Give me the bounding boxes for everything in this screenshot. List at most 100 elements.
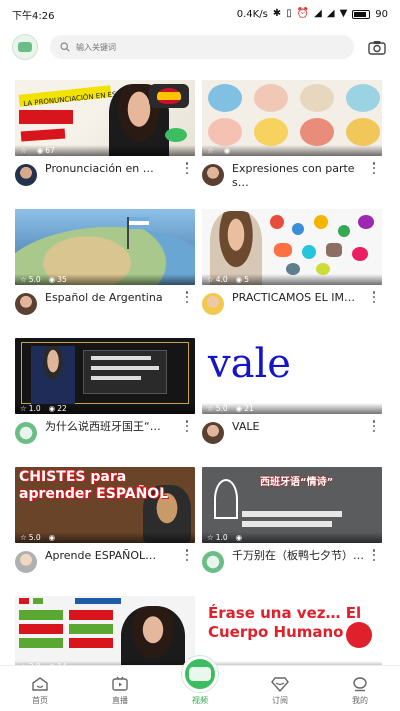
status-bar: 下午4:26 0.4K/s ✱ ▯ ⏰ ◢ ◢ ▼ 90 xyxy=(0,0,400,28)
thumbnail-caption: 西班牙语“情诗” xyxy=(260,477,334,488)
author-avatar[interactable] xyxy=(15,164,37,186)
author-avatar[interactable] xyxy=(202,293,224,315)
thumbnail-stats: ☆ 1.0 ◉ 22 xyxy=(15,403,195,414)
search-icon xyxy=(60,42,70,52)
video-thumbnail[interactable]: ☆ 1.0 ◉ 22 xyxy=(15,338,195,414)
status-icons: 0.4K/s ✱ ▯ ⏰ ◢ ◢ ▼ 90 xyxy=(237,9,388,20)
nav-subscribe-label: 订阅 xyxy=(272,696,288,705)
rating: ☆ 5.0 xyxy=(207,404,228,413)
nav-profile[interactable]: 我的 xyxy=(330,676,390,706)
wifi-icon: ▼ xyxy=(339,8,348,19)
video-title[interactable]: VALE xyxy=(232,420,259,444)
search-input[interactable] xyxy=(76,42,344,52)
camera-icon xyxy=(368,40,386,55)
signal-2-icon: ◢ xyxy=(326,8,335,19)
signal-icon: ◢ xyxy=(314,8,322,19)
video-title[interactable]: 千万别在（板鸭七夕节）… xyxy=(232,549,364,573)
video-card[interactable]: ☆ 1.0 ◉ 22 为什么说西班牙国王“… xyxy=(15,338,195,467)
rating: ☆ 4.0 xyxy=(207,275,228,284)
search-header xyxy=(0,32,400,62)
bottom-navigation: 首页 直播 视频 订阅 我的 xyxy=(0,656,400,711)
video-thumbnail[interactable]: CHISTES para aprender ESPAÑOL ☆ 5.0 ◉ xyxy=(15,467,195,543)
author-avatar[interactable] xyxy=(15,293,37,315)
video-title[interactable]: Aprende ESPAÑOL… xyxy=(45,549,156,573)
rating: ☆ xyxy=(207,146,214,155)
author-avatar[interactable] xyxy=(202,551,224,573)
video-title[interactable]: Español de Argentina xyxy=(45,291,163,315)
home-icon xyxy=(32,677,48,691)
video-thumbnail[interactable]: ☆ 4.0 ◉ 5 xyxy=(202,209,382,285)
video-thumbnail[interactable]: Érase una vez… El Cuerpo Humano xyxy=(202,596,382,672)
nav-home-label: 首页 xyxy=(32,696,48,705)
video-title[interactable]: 为什么说西班牙国王“… xyxy=(45,420,161,444)
camera-button[interactable] xyxy=(366,36,388,58)
thumbnail-stats: ☆ 5.0 ◉ 21 xyxy=(202,403,382,414)
video-title[interactable]: PRACTICAMOS EL IM… xyxy=(232,291,355,315)
nav-subscribe[interactable]: 订阅 xyxy=(250,676,310,706)
more-options-icon[interactable] xyxy=(372,162,376,174)
status-time: 下午4:26 xyxy=(12,10,55,22)
rating: ☆ 5.0 xyxy=(20,275,41,284)
author-avatar[interactable] xyxy=(15,422,37,444)
video-thumbnail[interactable]: vale ☆ 5.0 ◉ 21 xyxy=(202,338,382,414)
more-options-icon[interactable] xyxy=(372,549,376,561)
video-card[interactable]: ☆ 5.0 ◉ 35 Español de Argentina xyxy=(15,209,195,338)
app-logo[interactable] xyxy=(12,34,38,60)
rating: ☆ 1.0 xyxy=(207,533,228,542)
rating: ☆ xyxy=(20,146,27,155)
more-options-icon[interactable] xyxy=(185,291,189,303)
more-options-icon[interactable] xyxy=(372,420,376,432)
battery-icon xyxy=(352,9,371,19)
bluetooth-icon: ✱ xyxy=(272,8,282,19)
video-thumbnail[interactable]: 西班牙语“情诗” ☆ 1.0 ◉ xyxy=(202,467,382,543)
alarm-icon: ⏰ xyxy=(296,8,310,19)
views: ◉ xyxy=(235,533,243,542)
thumbnail-stats: ☆ 5.0 ◉ xyxy=(15,532,195,543)
video-title[interactable]: Pronunciación en … xyxy=(45,162,154,186)
video-thumbnail[interactable]: ☆ ◉ xyxy=(202,80,382,156)
views: ◉ 5 xyxy=(235,275,249,284)
rating: ☆ 1.0 xyxy=(20,404,41,413)
video-title[interactable]: Expresiones con partes… xyxy=(232,162,368,190)
video-thumbnail[interactable]: ☆ 5.0 ◉ 35 xyxy=(15,209,195,285)
thumbnail-stats: ☆ 4.0 ◉ 5 xyxy=(202,274,382,285)
more-options-icon[interactable] xyxy=(185,549,189,561)
video-card[interactable]: 西班牙语“情诗” ☆ 1.0 ◉ 千万别在（板鸭七夕节）… xyxy=(202,467,382,596)
views: ◉ 22 xyxy=(48,404,67,413)
video-thumbnail[interactable]: LA PRONUNCIACIÓN EN ESPAÑOL El alfabeto … xyxy=(15,80,195,156)
nav-live-label: 直播 xyxy=(112,696,128,705)
more-options-icon[interactable] xyxy=(185,420,189,432)
more-options-icon[interactable] xyxy=(185,162,189,174)
video-meta: PRACTICAMOS EL IM… xyxy=(202,291,382,315)
author-avatar[interactable] xyxy=(15,551,37,573)
video-meta: Aprende ESPAÑOL… xyxy=(15,549,195,573)
video-icon xyxy=(182,656,218,692)
rating: ☆ 5.0 xyxy=(20,533,41,542)
thumbnail-stats: ☆ 5.0 ◉ 35 xyxy=(15,274,195,285)
nav-video[interactable]: 视频 xyxy=(170,656,230,706)
tv-icon xyxy=(112,676,128,691)
video-card[interactable]: LA PRONUNCIACIÓN EN ESPAÑOL El alfabeto … xyxy=(15,80,195,209)
video-card[interactable]: ☆ 4.0 ◉ 5 PRACTICAMOS EL IM… xyxy=(202,209,382,338)
logo-mark xyxy=(18,42,32,52)
video-card[interactable]: CHISTES para aprender ESPAÑOL ☆ 5.0 ◉ Ap… xyxy=(15,467,195,596)
thumbnail-stats: ☆ ◉ 67 xyxy=(15,145,195,156)
search-box[interactable] xyxy=(50,35,354,59)
video-meta: Español de Argentina xyxy=(15,291,195,315)
author-avatar[interactable] xyxy=(202,164,224,186)
views: ◉ xyxy=(48,533,56,542)
video-meta: VALE xyxy=(202,420,382,444)
video-card[interactable]: vale ☆ 5.0 ◉ 21 VALE xyxy=(202,338,382,467)
nav-home[interactable]: 首页 xyxy=(10,676,70,706)
video-thumbnail[interactable]: ☆ 2.0 ◉ 14 xyxy=(15,596,195,672)
more-options-icon[interactable] xyxy=(372,291,376,303)
nav-live[interactable]: 直播 xyxy=(90,676,150,706)
author-avatar[interactable] xyxy=(202,422,224,444)
vibrate-icon: ▯ xyxy=(286,8,292,19)
views: ◉ xyxy=(223,146,231,155)
views: ◉ 35 xyxy=(48,275,67,284)
video-card[interactable]: ☆ ◉ Expresiones con partes… xyxy=(202,80,382,209)
battery-level: 90 xyxy=(375,8,388,20)
thumbnail-stats: ☆ ◉ xyxy=(202,145,382,156)
net-speed: 0.4K/s xyxy=(236,8,268,20)
